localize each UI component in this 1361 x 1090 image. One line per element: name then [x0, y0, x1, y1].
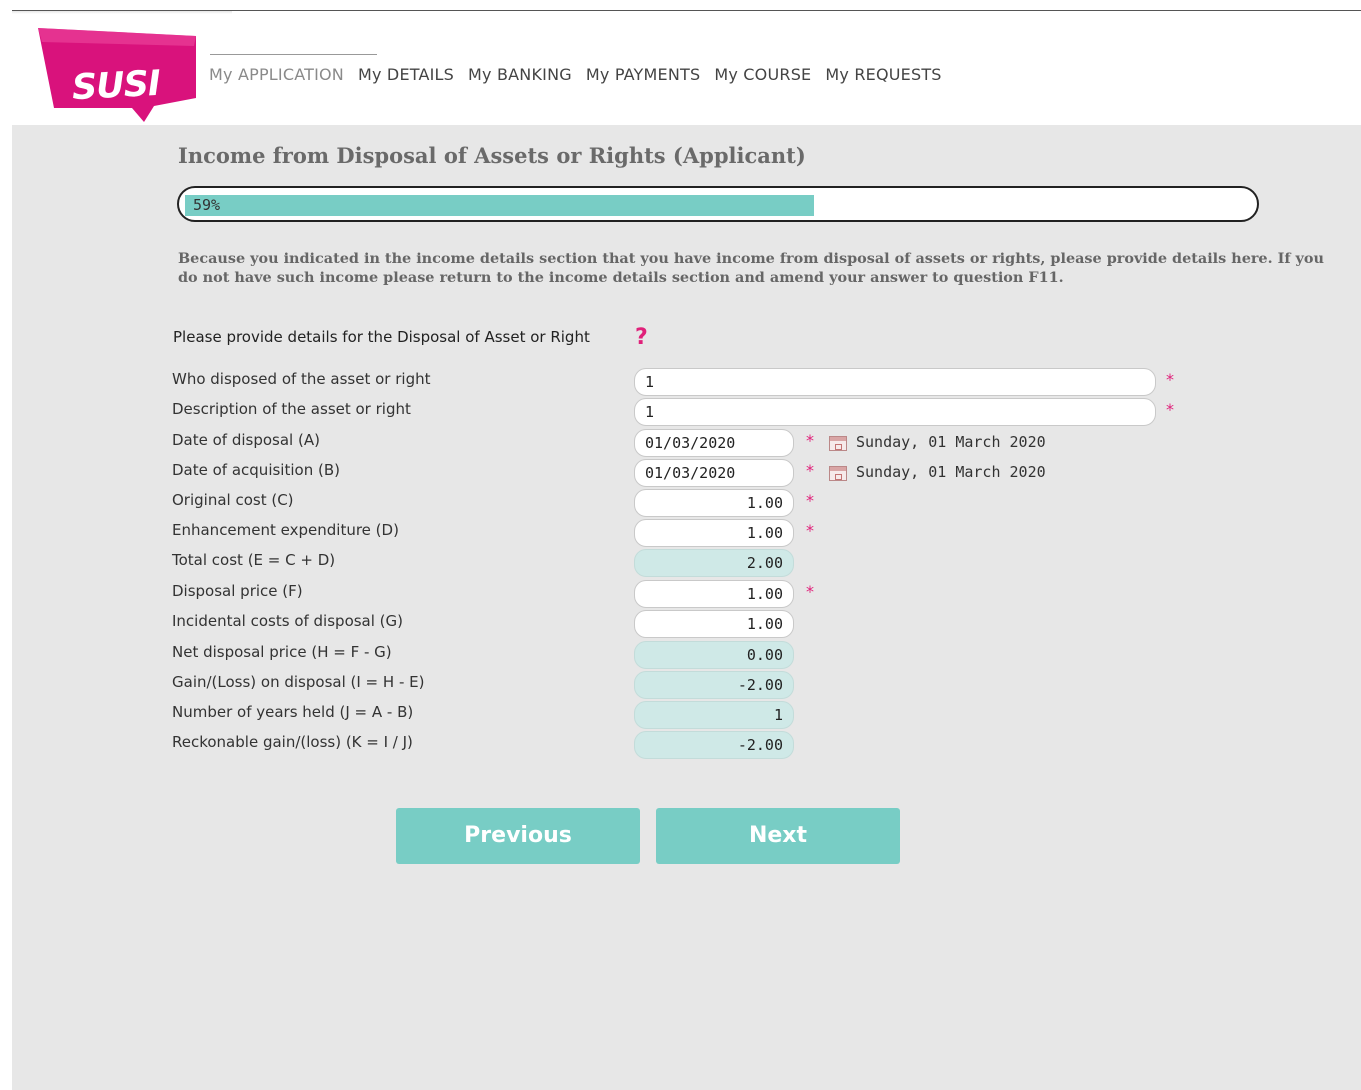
date-of-disposal-label: Date of disposal (A) [172, 431, 320, 449]
date-of-acquisition-label: Date of acquisition (B) [172, 461, 340, 479]
next-button[interactable]: Next [656, 808, 900, 864]
date-of-acquisition-input[interactable]: 01/03/2020 [634, 459, 794, 487]
progress-label: 59% [193, 196, 221, 214]
main-nav: My APPLICATION My DETAILS My BANKING My … [209, 65, 956, 84]
calendar-icon[interactable] [829, 436, 847, 451]
progress-fill [185, 195, 814, 216]
nav-my-details[interactable]: My DETAILS [358, 65, 454, 84]
description-input[interactable]: 1 [634, 398, 1156, 426]
susi-logo[interactable]: SUSI [36, 26, 198, 124]
nav-my-requests[interactable]: My REQUESTS [825, 65, 941, 84]
gain-loss-label: Gain/(Loss) on disposal (I = H - E) [172, 673, 425, 691]
enhancement-expenditure-label: Enhancement expenditure (D) [172, 521, 399, 539]
disposal-price-label: Disposal price (F) [172, 582, 303, 600]
required-marker: * [806, 582, 814, 601]
net-disposal-price-output: 0.00 [634, 641, 794, 669]
required-marker: * [806, 461, 814, 480]
intro-text: Because you indicated in the income deta… [178, 250, 1324, 286]
section-label: Please provide details for the Disposal … [173, 328, 590, 346]
required-marker: * [1166, 370, 1174, 389]
incidental-costs-input[interactable]: 1.00 [634, 610, 794, 638]
original-cost-label: Original cost (C) [172, 491, 294, 509]
required-marker: * [806, 491, 814, 510]
gain-loss-output: -2.00 [634, 671, 794, 699]
progress-bar: 59% [177, 186, 1259, 222]
years-held-label: Number of years held (J = A - B) [172, 703, 414, 721]
nav-active-indicator [210, 54, 377, 55]
date-of-disposal-text: Sunday, 01 March 2020 [856, 433, 1046, 451]
required-marker: * [806, 521, 814, 540]
calendar-icon[interactable] [829, 466, 847, 481]
net-disposal-price-label: Net disposal price (H = F - G) [172, 643, 392, 661]
original-cost-input[interactable]: 1.00 [634, 489, 794, 517]
nav-my-course[interactable]: My COURSE [714, 65, 811, 84]
disposal-price-input[interactable]: 1.00 [634, 580, 794, 608]
logo-text: SUSI [71, 63, 161, 109]
required-marker: * [1166, 400, 1174, 419]
nav-my-banking[interactable]: My BANKING [468, 65, 572, 84]
who-disposed-label: Who disposed of the asset or right [172, 370, 431, 388]
total-cost-label: Total cost (E = C + D) [172, 551, 336, 569]
reckonable-gain-label: Reckonable gain/(loss) (K = I / J) [172, 733, 413, 751]
who-disposed-input[interactable]: 1 [634, 368, 1156, 396]
nav-my-application[interactable]: My APPLICATION [209, 65, 344, 84]
incidental-costs-label: Incidental costs of disposal (G) [172, 612, 404, 630]
top-shadow [12, 11, 232, 14]
years-held-output: 1 [634, 701, 794, 729]
nav-my-payments[interactable]: My PAYMENTS [586, 65, 700, 84]
page-title: Income from Disposal of Assets or Rights… [178, 143, 806, 168]
date-of-disposal-input[interactable]: 01/03/2020 [634, 429, 794, 457]
total-cost-output: 2.00 [634, 549, 794, 577]
reckonable-gain-output: -2.00 [634, 731, 794, 759]
enhancement-expenditure-input[interactable]: 1.00 [634, 519, 794, 547]
date-of-acquisition-text: Sunday, 01 March 2020 [856, 463, 1046, 481]
help-icon[interactable]: ? [635, 325, 648, 350]
required-marker: * [806, 431, 814, 450]
description-label: Description of the asset or right [172, 400, 411, 418]
previous-button[interactable]: Previous [396, 808, 640, 864]
